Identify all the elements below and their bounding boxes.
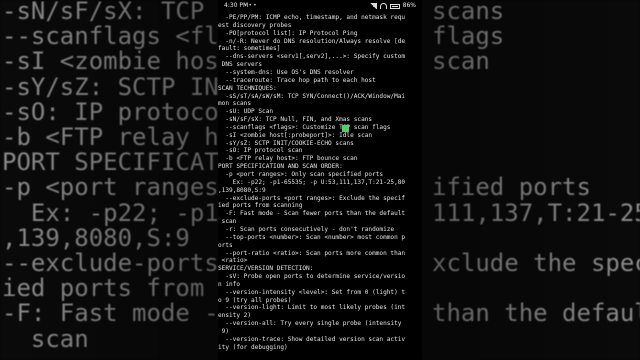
terminal-line: --version-light: Limit to most likely pr… [218, 304, 406, 312]
terminal-line: -sI <zombie host[:probeport]>: Idle scan [218, 131, 373, 139]
background-shade-left [0, 0, 220, 360]
terminal-line: fault: sometimes] [218, 45, 281, 53]
terminal-line: -sO: IP protocol scan [218, 147, 303, 155]
terminal-line: -b <FTP relay host>: FTP bounce scan [218, 155, 358, 163]
wifi-icon [379, 3, 387, 9]
terminal-line: -PE/PP/PM: ICMP echo, timestamp, and net… [218, 14, 406, 21]
terminal-line: <ratio> [218, 257, 248, 265]
terminal-line: DNS servers [218, 61, 263, 69]
terminal-line: o 9 (try all probes) [218, 296, 292, 304]
terminal-line: -p <port ranges>: Only scan specified po… [218, 171, 384, 178]
terminal-line: --dns-servers <serv1[,serv2],...>: Speci… [218, 53, 406, 61]
phone-screen: 4:30 PM ••• 86% -PE/PP/PM: ICMP echo, ti… [218, 0, 422, 360]
terminal-output[interactable]: -PE/PP/PM: ICMP echo, timestamp, and net… [218, 12, 422, 360]
terminal-line: ensity 2) [218, 312, 252, 320]
terminal-cursor [342, 125, 349, 132]
terminal-line: -sN/sF/sX: TCP Null, FIN, and Xmas scans [218, 116, 373, 124]
terminal-line: --port-ratio <ratio>: Scan ports more co… [218, 249, 406, 257]
terminal-line: --version-all: Try every single probe (i… [218, 320, 402, 328]
status-bar: 4:30 PM ••• 86% [218, 0, 422, 12]
terminal-line: SCAN TECHNIQUES: [218, 84, 277, 92]
terminal-line: 9) [218, 328, 230, 335]
terminal-line: -sS/sT/sA/sW/sM: TCP SYN/Connect()/ACK/W… [218, 92, 406, 100]
terminal-line: -PO[protocol list]: IP Protocol Ping [218, 29, 358, 37]
terminal-line: --top-ports <number>: Scan <number> most… [218, 233, 406, 241]
terminal-line: mon scans [218, 100, 252, 108]
status-indicators: 86% [368, 0, 416, 12]
terminal-line: Ex: -p22; -p1-65535; -p U:53,111,137,T:2… [218, 178, 406, 186]
terminal-line: ied ports from scanning [218, 202, 303, 210]
status-dots: ••• [244, 2, 258, 9]
terminal-line: --version-intensity <level>: Set from 0 … [218, 288, 406, 296]
terminal-line: --traceroute: Trace hop path to each hos… [218, 76, 376, 84]
terminal-line: -sY/sZ: SCTP INIT/COOKIE-ECHO scans [218, 139, 354, 147]
terminal-line: -r: Scan ports consecutively - don't ran… [218, 225, 395, 233]
terminal-line: orts [218, 241, 233, 249]
terminal-line: --system-dns: Use OS's DNS resolver [218, 68, 354, 76]
terminal-line: scan [218, 218, 237, 226]
terminal-line: -sU: UDP Scan [218, 108, 274, 116]
signal-icon [368, 3, 377, 9]
battery-percent: 86% [402, 2, 416, 9]
terminal-line: --exclude-ports <port ranges>: Exclude t… [218, 194, 406, 202]
terminal-line: --version-trace: Show detailed version s… [218, 335, 406, 343]
terminal-line: PORT SPECIFICATION AND SCAN ORDER: [218, 163, 343, 171]
terminal-line: --scanflags <flags>: Customize TCP scan … [218, 123, 391, 131]
battery-icon [389, 3, 400, 9]
background-shade-right [418, 0, 640, 360]
terminal-line: n info [218, 280, 241, 288]
terminal-line: est discovery probes [218, 21, 292, 29]
terminal-line: -sV: Probe open ports to determine servi… [218, 273, 406, 281]
terminal-line: -n/-R: Never do DNS resolution/Always re… [218, 37, 406, 45]
terminal-line: SERVICE/VERSION DETECTION: [218, 265, 314, 273]
terminal-line: ,139,8080,S:9 [218, 186, 266, 194]
terminal-line: -F: Fast mode - Scan fewer ports than th… [218, 210, 406, 218]
terminal-line: ity (for debugging) [218, 343, 288, 351]
